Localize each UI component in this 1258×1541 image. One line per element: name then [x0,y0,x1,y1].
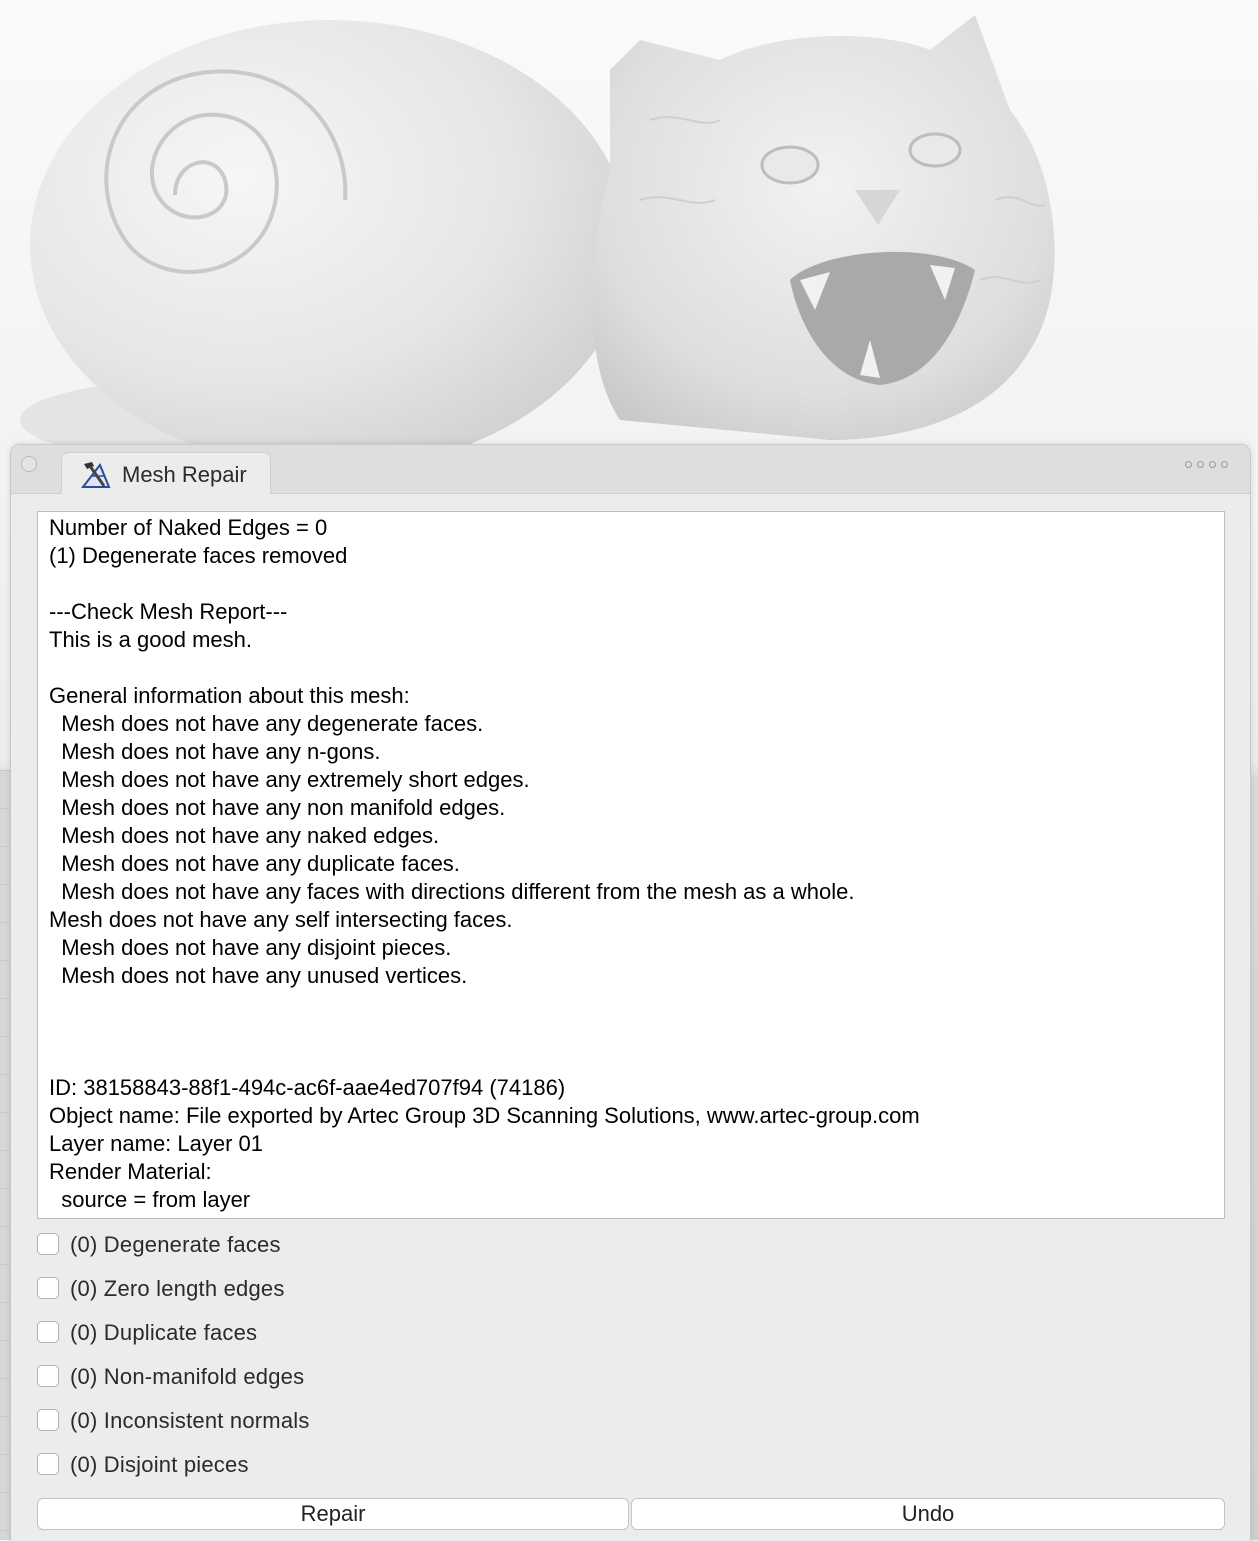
close-panel-button[interactable] [21,456,37,472]
report-line: source = from layer [49,1187,251,1212]
report-line: Render Material: [49,1159,212,1184]
report-line: Mesh does not have any non manifold edge… [49,795,506,820]
mesh-repair-hammer-icon [80,462,111,488]
report-text: Number of Naked Edges = 0 (1) Degenerate … [49,514,920,1218]
panel-tab-bar: Mesh Repair [11,445,1250,494]
option-label: (0) Inconsistent normals [70,1408,310,1433]
tab-title: Mesh Repair [122,462,247,487]
mesh-repair-panel: Mesh Repair Number of Naked Edges = 0 (1)… [10,444,1251,1541]
report-line: index = -1 [49,1214,920,1218]
option-label: (0) Disjoint pieces [70,1452,249,1477]
option-label: (0) Non-manifold edges [70,1364,305,1389]
report-line: Mesh does not have any n-gons. [49,739,381,764]
repair-button[interactable]: Repair [37,1498,629,1530]
option-checkbox[interactable] [37,1365,59,1387]
report-line: (1) Degenerate faces removed [49,543,348,568]
report-line: Mesh does not have any disjoint pieces. [49,935,452,960]
report-line [49,570,920,598]
report-line: ---Check Mesh Report--- [49,599,288,624]
report-line: Mesh does not have any unused vertices. [49,963,468,988]
option-checkbox[interactable] [37,1233,59,1255]
option-label: (0) Degenerate faces [70,1232,281,1257]
report-line: ID: 38158843-88f1-494c-ac6f-aae4ed707f94… [49,1075,566,1100]
scanned-mesh-model [20,15,1055,450]
report-line: Number of Naked Edges = 0 [49,515,328,540]
report-line: Mesh does not have any extremely short e… [49,767,530,792]
report-line: Layer name: Layer 01 [49,1131,264,1156]
tab-mesh-repair[interactable]: Mesh Repair [61,452,271,494]
report-line: Object name: File exported by Artec Grou… [49,1103,920,1128]
option-checkbox[interactable] [37,1277,59,1299]
more-options-icon[interactable] [1185,461,1228,468]
option-checkbox[interactable] [37,1321,59,1343]
option-checkbox[interactable] [37,1409,59,1431]
report-line: General information about this mesh: [49,683,410,708]
report-line [49,654,920,682]
option-label: (0) Zero length edges [70,1276,285,1301]
report-line: Mesh does not have any degenerate faces. [49,711,484,736]
report-line [49,1046,920,1074]
report-line: This is a good mesh. [49,627,252,652]
mesh-report-textarea[interactable]: Number of Naked Edges = 0 (1) Degenerate … [37,511,1225,1219]
report-line: Mesh does not have any faces with direct… [49,879,855,904]
option-checkbox[interactable] [37,1453,59,1475]
report-line [49,1018,920,1046]
undo-button[interactable]: Undo [631,1498,1225,1530]
report-line: Mesh does not have any naked edges. [49,823,440,848]
report-line [49,990,920,1018]
option-label: (0) Duplicate faces [70,1320,258,1345]
report-line: Mesh does not have any self intersecting… [49,907,513,932]
report-line: Mesh does not have any duplicate faces. [49,851,460,876]
